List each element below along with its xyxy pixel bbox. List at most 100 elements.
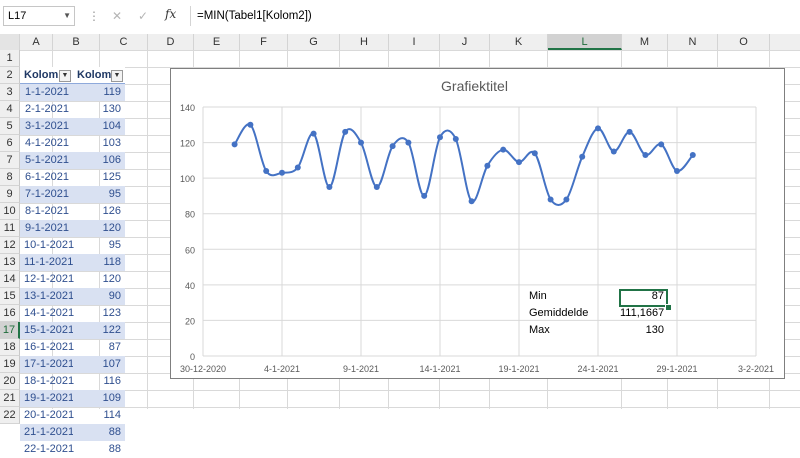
table-cell-value[interactable]: 107 <box>73 356 125 373</box>
fill-handle[interactable] <box>665 304 672 311</box>
table-header-kolom1[interactable]: Kolom1 ▼ <box>20 67 73 84</box>
column-header-d[interactable]: D <box>148 34 194 50</box>
row-header[interactable]: 10 <box>0 203 20 220</box>
row-header[interactable]: 2 <box>0 67 20 84</box>
row-header[interactable]: 5 <box>0 118 20 135</box>
table-cell-value[interactable]: 114 <box>73 407 125 424</box>
enter-icon[interactable]: ✓ <box>138 8 148 24</box>
table-cell-value[interactable]: 87 <box>73 339 125 356</box>
filter-dropdown-icon[interactable]: ▼ <box>111 70 123 82</box>
table-cell-date[interactable]: 4-1-2021 <box>20 135 73 152</box>
column-header-j[interactable]: J <box>440 34 490 50</box>
table-cell-value[interactable]: 88 <box>73 441 125 458</box>
column-header-n[interactable]: N <box>668 34 718 50</box>
row-header[interactable]: 6 <box>0 135 20 152</box>
table-cell-date[interactable]: 20-1-2021 <box>20 407 74 424</box>
y-tick-label: 0 <box>190 352 195 362</box>
table-cell-date[interactable]: 12-1-2021 <box>20 271 74 288</box>
table-cell-date[interactable]: 18-1-2021 <box>20 373 74 390</box>
table-cell-value[interactable]: 120 <box>73 220 125 237</box>
table-cell-date[interactable]: 8-1-2021 <box>20 203 73 220</box>
table-cell-date[interactable]: 6-1-2021 <box>20 169 73 186</box>
table-cell-value[interactable]: 119 <box>73 84 125 101</box>
table-cell-date[interactable]: 13-1-2021 <box>20 288 74 305</box>
column-header-f[interactable]: F <box>240 34 288 50</box>
table-cell-date[interactable]: 2-1-2021 <box>20 101 73 118</box>
filter-dropdown-icon[interactable]: ▼ <box>59 70 71 82</box>
column-header-k[interactable]: K <box>490 34 548 50</box>
row-header[interactable]: 12 <box>0 237 20 254</box>
row-header[interactable]: 15 <box>0 288 20 305</box>
table-cell-value[interactable]: 126 <box>73 203 125 220</box>
row-header[interactable]: 8 <box>0 169 20 186</box>
table-cell-date[interactable]: 3-1-2021 <box>20 118 73 135</box>
row-header[interactable]: 13 <box>0 254 20 271</box>
table-cell-date[interactable]: 10-1-2021 <box>20 237 74 254</box>
column-header-i[interactable]: I <box>389 34 440 50</box>
column-header-e[interactable]: E <box>194 34 240 50</box>
column-header-b[interactable]: B <box>53 34 100 50</box>
table-cell-value[interactable]: 90 <box>73 288 125 305</box>
table-cell-date[interactable]: 5-1-2021 <box>20 152 73 169</box>
table-cell-date[interactable]: 17-1-2021 <box>20 356 74 373</box>
column-header-a[interactable]: A <box>20 34 53 50</box>
line-chart[interactable]: Grafiektitel 0 20 40 60 80 100 120 140 30-12-2020… <box>170 68 785 379</box>
table-cell-date[interactable]: 19-1-2021 <box>20 390 74 407</box>
stat-avg-value[interactable]: 111,1667 <box>620 307 664 319</box>
column-header-l[interactable]: L <box>548 34 622 50</box>
row-header[interactable]: 4 <box>0 101 20 118</box>
row-header[interactable]: 19 <box>0 356 20 373</box>
row-header[interactable]: 11 <box>0 220 20 237</box>
table-cell-value[interactable]: 104 <box>73 118 125 135</box>
table-cell-date[interactable]: 11-1-2021 <box>20 254 73 271</box>
chevron-down-icon[interactable]: ▼ <box>63 7 71 25</box>
row-header[interactable]: 22 <box>0 407 20 424</box>
table-cell-value[interactable]: 130 <box>73 101 125 118</box>
row-header[interactable]: 17 <box>0 322 20 339</box>
data-point <box>310 130 317 137</box>
table-cell-value[interactable]: 106 <box>73 152 125 169</box>
table-cell-date[interactable]: 14-1-2021 <box>20 305 74 322</box>
column-header-g[interactable]: G <box>288 34 340 50</box>
table-cell-date[interactable]: 16-1-2021 <box>20 339 74 356</box>
table-cell-value[interactable]: 95 <box>73 237 125 254</box>
table-cell-value[interactable]: 88 <box>73 424 125 441</box>
row-header[interactable]: 16 <box>0 305 20 322</box>
row-header[interactable]: 7 <box>0 152 20 169</box>
row-header[interactable]: 14 <box>0 271 20 288</box>
row-header[interactable]: 20 <box>0 373 20 390</box>
column-header-h[interactable]: H <box>340 34 389 50</box>
row-header[interactable]: 9 <box>0 186 20 203</box>
table-cell-date[interactable]: 7-1-2021 <box>20 186 73 203</box>
row-header[interactable]: 3 <box>0 84 20 101</box>
table-cell-date[interactable]: 22-1-2021 <box>20 441 74 458</box>
table-cell-date[interactable]: 9-1-2021 <box>20 220 73 237</box>
cancel-icon[interactable]: ✕ <box>112 8 122 24</box>
column-header-o[interactable]: O <box>718 34 770 50</box>
row-header[interactable]: 21 <box>0 390 20 407</box>
stat-max-value[interactable]: 130 <box>620 324 664 336</box>
table-cell-value[interactable]: 122 <box>73 322 125 339</box>
table-cell-value[interactable]: 118 <box>73 254 125 271</box>
row-header[interactable]: 1 <box>0 50 20 67</box>
data-point <box>294 164 301 171</box>
column-header-m[interactable]: M <box>622 34 668 50</box>
table-cell-value[interactable]: 125 <box>73 169 125 186</box>
data-point <box>421 192 428 199</box>
table-header-kolom2[interactable]: Kolom2 ▼ <box>73 67 125 84</box>
table-cell-value[interactable]: 116 <box>73 373 125 390</box>
row-header[interactable]: 18 <box>0 339 20 356</box>
table-cell-value[interactable]: 109 <box>73 390 125 407</box>
table-cell-value[interactable]: 103 <box>73 135 125 152</box>
table-cell-value[interactable]: 120 <box>73 271 125 288</box>
table-cell-date[interactable]: 15-1-2021 <box>20 322 74 339</box>
name-box[interactable]: L17 ▼ <box>3 6 75 26</box>
table-cell-value[interactable]: 123 <box>73 305 125 322</box>
insert-function-button[interactable]: fx <box>165 7 176 21</box>
column-header-c[interactable]: C <box>100 34 148 50</box>
table-cell-value[interactable]: 95 <box>73 186 125 203</box>
table-cell-date[interactable]: 1-1-2021 <box>20 84 73 101</box>
select-all-corner[interactable] <box>0 34 20 50</box>
formula-input[interactable]: =MIN(Tabel1[Kolom2]) <box>190 6 800 26</box>
table-cell-date[interactable]: 21-1-2021 <box>20 424 74 441</box>
